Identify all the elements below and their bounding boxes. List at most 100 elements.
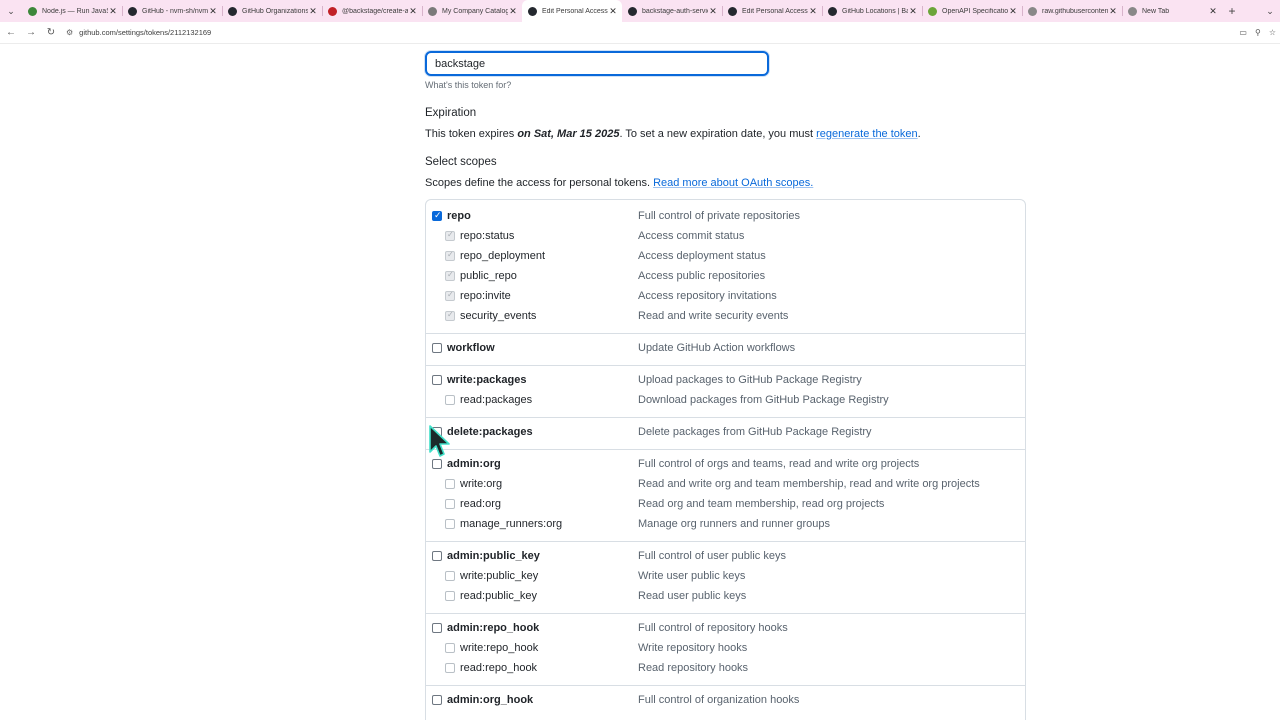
cast-icon[interactable]: ▭ bbox=[1239, 28, 1247, 37]
tab-close-icon[interactable]: ✕ bbox=[1108, 6, 1118, 17]
browser-tab[interactable]: OpenAPI Specification ✕ bbox=[922, 0, 1022, 22]
scope-name: read:public_key bbox=[460, 590, 538, 602]
scope-checkbox[interactable] bbox=[445, 663, 455, 673]
expiration-text: This token expires on Sat, Mar 15 2025. … bbox=[425, 128, 921, 140]
sub-scope-row: repo:invite Access repository invitations bbox=[425, 286, 1025, 306]
scope-checkbox[interactable] bbox=[445, 643, 455, 653]
scope-row: write:packages Upload packages to GitHub … bbox=[425, 370, 1025, 390]
url-field[interactable]: ⚙ github.com/settings/tokens/2112132169 bbox=[66, 28, 211, 37]
scope-checkbox[interactable] bbox=[432, 375, 442, 385]
tab-favicon-icon bbox=[428, 6, 437, 16]
tab-close-icon[interactable]: ✕ bbox=[908, 6, 918, 17]
scope-checkbox[interactable] bbox=[445, 499, 455, 509]
expiration-middle: . To set a new expiration date, you must bbox=[619, 128, 817, 140]
browser-tab[interactable]: Node.js — Run JavaSc ✕ bbox=[22, 0, 122, 22]
scope-checkbox[interactable] bbox=[445, 479, 455, 489]
browser-tab[interactable]: My Company Catalog ✕ bbox=[422, 0, 522, 22]
scopes-intro-text: Scopes define the access for personal to… bbox=[425, 177, 654, 189]
tab-title: My Company Catalog bbox=[442, 7, 508, 15]
scope-checkbox[interactable] bbox=[432, 551, 442, 561]
scope-description: Access commit status bbox=[638, 230, 745, 242]
scope-checkbox[interactable] bbox=[432, 343, 442, 353]
scope-checkbox[interactable] bbox=[445, 571, 455, 581]
oauth-scopes-link[interactable]: Read more about OAuth scopes. bbox=[653, 177, 813, 189]
address-bar: ← → ↻ ⚙ github.com/settings/tokens/21121… bbox=[0, 22, 1280, 44]
sub-scope-row: write:repo_hook Write repository hooks bbox=[425, 638, 1025, 658]
scope-name: public_repo bbox=[460, 270, 517, 282]
browser-tab-strip: ⌄ Node.js — Run JavaSc ✕ GitHub - nvm-sh/n… bbox=[0, 0, 1280, 22]
site-info-icon[interactable]: ⚙ bbox=[66, 28, 73, 37]
tab-list: Node.js — Run JavaSc ✕ GitHub - nvm-sh/nvm… bbox=[22, 0, 1222, 22]
browser-tab[interactable]: Edit Personal Access To✕ bbox=[722, 0, 822, 22]
tab-close-icon[interactable]: ✕ bbox=[708, 6, 718, 17]
scope-description: Access repository invitations bbox=[638, 290, 777, 302]
browser-tab[interactable]: raw.githubuserconten ✕ bbox=[1022, 0, 1122, 22]
sub-scope-row: read:repo_hook Read repository hooks bbox=[425, 658, 1025, 678]
scope-name: repo bbox=[447, 210, 471, 222]
tab-close-icon[interactable]: ✕ bbox=[808, 6, 818, 17]
bookmark-star-icon[interactable]: ☆ bbox=[1269, 28, 1276, 37]
scope-checkbox[interactable] bbox=[432, 210, 442, 221]
tab-close-icon[interactable]: ✕ bbox=[608, 6, 618, 17]
scope-description: Access public repositories bbox=[638, 270, 766, 282]
expiration-prefix: This token expires bbox=[425, 128, 518, 140]
sub-scope-row: repo:status Access commit status bbox=[425, 226, 1025, 246]
zoom-icon[interactable]: ⚲ bbox=[1255, 28, 1261, 37]
tab-close-icon[interactable]: ✕ bbox=[108, 6, 118, 17]
scope-group-divider bbox=[426, 449, 1025, 450]
regenerate-token-link[interactable]: regenerate the token bbox=[816, 128, 918, 140]
scope-row: admin:repo_hook Full control of repositor… bbox=[425, 618, 1025, 638]
scope-group-divider bbox=[426, 541, 1025, 542]
tab-close-icon[interactable]: ✕ bbox=[1008, 6, 1018, 17]
tab-close-icon[interactable]: ✕ bbox=[1208, 6, 1218, 17]
browser-tab[interactable]: GitHub Locations | Ba ✕ bbox=[822, 0, 922, 22]
browser-tab[interactable]: @backstage/create-a ✕ bbox=[322, 0, 422, 22]
tab-search-chevron-icon[interactable]: ⌄ bbox=[0, 0, 22, 22]
tab-favicon-icon bbox=[728, 6, 737, 16]
window-chevron-icon[interactable]: ⌄ bbox=[1260, 6, 1280, 17]
tab-title: New Tab bbox=[1142, 7, 1170, 15]
scope-name: write:org bbox=[460, 478, 503, 490]
scope-row: repo Full control of private repositories bbox=[425, 206, 1025, 226]
scope-description: Manage org runners and runner groups bbox=[638, 518, 831, 530]
scope-checkbox[interactable] bbox=[445, 250, 455, 261]
scope-group-divider bbox=[426, 365, 1025, 366]
scope-checkbox[interactable] bbox=[445, 395, 455, 405]
reload-icon[interactable]: ↻ bbox=[42, 24, 60, 42]
tab-close-icon[interactable]: ✕ bbox=[508, 6, 518, 17]
tab-close-icon[interactable]: ✕ bbox=[208, 6, 218, 17]
tab-close-icon[interactable]: ✕ bbox=[408, 6, 418, 17]
scope-checkbox[interactable] bbox=[445, 230, 455, 241]
back-icon[interactable]: ← bbox=[2, 24, 20, 42]
scope-checkbox[interactable] bbox=[432, 459, 442, 469]
scope-name: manage_runners:org bbox=[460, 518, 563, 530]
token-note-input[interactable] bbox=[425, 51, 769, 76]
scope-name: security_events bbox=[460, 310, 537, 322]
forward-icon[interactable]: → bbox=[22, 24, 40, 42]
new-tab-button[interactable]: + bbox=[1222, 4, 1242, 18]
expiration-suffix: . bbox=[917, 128, 921, 140]
scope-checkbox[interactable] bbox=[445, 519, 455, 529]
browser-tab[interactable]: New Tab ✕ bbox=[1122, 0, 1222, 22]
browser-tab[interactable]: GitHub Organizations/✕ bbox=[222, 0, 322, 22]
scope-checkbox[interactable] bbox=[445, 310, 455, 321]
scope-checkbox[interactable] bbox=[445, 591, 455, 601]
scope-row: workflow Update GitHub Action workflows bbox=[425, 338, 1025, 358]
scope-checkbox[interactable] bbox=[445, 290, 455, 301]
tab-close-icon[interactable]: ✕ bbox=[308, 6, 318, 17]
sub-scope-row: manage_runners:org Manage org runners and… bbox=[425, 514, 1025, 534]
scope-checkbox[interactable] bbox=[432, 623, 442, 633]
browser-tab[interactable]: backstage-auth-servic ✕ bbox=[622, 0, 722, 22]
browser-tab[interactable]: GitHub - nvm-sh/nvm: ✕ bbox=[122, 0, 222, 22]
sub-scope-row: write:org Read and write org and team mem… bbox=[425, 474, 1025, 494]
browser-tab[interactable]: Edit Personal Access To✕ bbox=[522, 0, 622, 22]
mouse-cursor-icon bbox=[429, 425, 450, 457]
tab-favicon-icon bbox=[1128, 6, 1137, 16]
scope-row: admin:org_hook Full control of organizati… bbox=[425, 690, 1025, 710]
expiration-heading: Expiration bbox=[425, 107, 477, 119]
scope-checkbox[interactable] bbox=[445, 270, 455, 281]
scope-row: admin:public_key Full control of user pub… bbox=[425, 546, 1025, 566]
scope-checkbox[interactable] bbox=[432, 695, 442, 705]
expiration-date: on Sat, Mar 15 2025 bbox=[517, 128, 620, 140]
sub-scope-row: read:org Read org and team membership, re… bbox=[425, 494, 1025, 514]
